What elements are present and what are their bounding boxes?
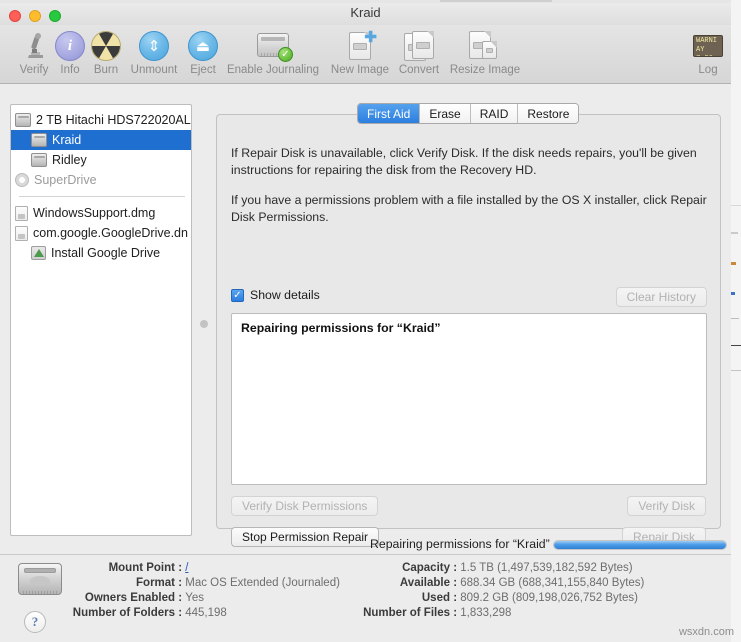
disk-image-icon bbox=[15, 205, 28, 221]
log-line: Repairing permissions for “Kraid” bbox=[241, 321, 441, 335]
clear-history-button[interactable]: Clear History bbox=[615, 287, 707, 307]
info-value: Yes bbox=[185, 592, 204, 604]
toolbar-enable-journaling-button[interactable]: ✓ Enable Journaling bbox=[211, 27, 335, 76]
sidebar-item-kraid[interactable]: Kraid bbox=[11, 130, 191, 150]
info-row: Number of Files : 1,833,298 bbox=[340, 606, 740, 621]
info-value[interactable]: / bbox=[185, 562, 188, 574]
tab-first-aid[interactable]: First Aid bbox=[358, 104, 421, 123]
content-area: 2 TB Hitachi HDS722020AL Kraid Ridley Su… bbox=[0, 84, 731, 554]
details-row: ✓ Show details Clear History bbox=[231, 287, 707, 307]
sidebar-item-label: Kraid bbox=[52, 133, 82, 147]
info-value: Mac OS Extended (Journaled) bbox=[185, 577, 340, 589]
info-row: Capacity : 1.5 TB (1,497,539,182,592 Byt… bbox=[340, 561, 740, 576]
info-key: Number of Files bbox=[363, 607, 450, 619]
info-left-column: Mount Point : / Format : Mac OS Extended… bbox=[0, 561, 360, 621]
info-key: Mount Point bbox=[108, 562, 175, 574]
sidebar-item-label: Ridley bbox=[52, 153, 87, 167]
disk-utility-window: Kraid Verify i Info Burn ⇕ Unmount ⏏ Eje… bbox=[0, 0, 731, 642]
info-key: Owners Enabled bbox=[84, 592, 175, 604]
first-aid-panel: If Repair Disk is unavailable, click Ver… bbox=[216, 114, 721, 547]
help-button[interactable]: ? bbox=[24, 611, 46, 633]
instructions-text: If Repair Disk is unavailable, click Ver… bbox=[231, 145, 707, 226]
hard-disk-icon bbox=[15, 113, 31, 127]
sidebar-item-superdrive[interactable]: SuperDrive bbox=[11, 170, 191, 190]
stop-permission-repair-button[interactable]: Stop Permission Repair bbox=[231, 527, 380, 547]
progress-bar bbox=[553, 540, 727, 550]
sidebar-item-googledrive-dmg[interactable]: com.google.GoogleDrive.dn bbox=[11, 223, 191, 243]
info-key: Capacity bbox=[402, 562, 450, 574]
sidebar-item-label: WindowsSupport.dmg bbox=[33, 206, 156, 220]
info-right-column: Capacity : 1.5 TB (1,497,539,182,592 Byt… bbox=[340, 561, 740, 621]
sidebar-item-label: Install Google Drive bbox=[51, 246, 161, 260]
optical-drive-icon bbox=[15, 173, 29, 187]
toolbar-item-label: Enable Journaling bbox=[226, 64, 320, 76]
tab-restore[interactable]: Restore bbox=[518, 104, 579, 123]
toolbar: Verify i Info Burn ⇕ Unmount ⏏ Eject ✓ E… bbox=[0, 25, 731, 84]
sidebar-item-label: SuperDrive bbox=[34, 173, 97, 187]
info-key: Used bbox=[421, 592, 450, 604]
journaling-icon: ✓ bbox=[211, 27, 335, 65]
progress-bar-fill bbox=[554, 541, 726, 549]
sidebar-divider bbox=[19, 196, 185, 197]
info-row: Owners Enabled : Yes bbox=[0, 591, 360, 606]
verify-disk-button[interactable]: Verify Disk bbox=[627, 496, 706, 516]
progress-status-label: Repairing permissions for “Kraid” bbox=[370, 537, 550, 551]
volume-icon bbox=[31, 153, 47, 167]
log-icon: WARNIAY 7:36 bbox=[672, 27, 741, 65]
sidebar-item-install-google-drive[interactable]: Install Google Drive bbox=[11, 243, 191, 263]
info-value: 1,833,298 bbox=[460, 607, 512, 619]
sidebar-item-disk[interactable]: 2 TB Hitachi HDS722020AL bbox=[11, 110, 191, 130]
watermark: wsxdn.com bbox=[678, 626, 734, 638]
verify-disk-permissions-button[interactable]: Verify Disk Permissions bbox=[231, 496, 379, 516]
toolbar-item-label: Log bbox=[698, 64, 718, 76]
disk-image-icon bbox=[15, 225, 28, 241]
toolbar-item-label: Resize Image bbox=[449, 64, 521, 76]
sidebar-item-ridley[interactable]: Ridley bbox=[11, 150, 191, 170]
show-details-checkbox[interactable]: ✓ bbox=[231, 289, 244, 302]
info-key: Format bbox=[136, 577, 175, 589]
resize-image-icon bbox=[423, 27, 547, 65]
log-output-area[interactable]: Repairing permissions for “Kraid” bbox=[231, 313, 707, 485]
info-value: 809.2 GB (809,198,026,752 Bytes) bbox=[460, 592, 638, 604]
info-row: Used : 809.2 GB (809,198,026,752 Bytes) bbox=[340, 591, 740, 606]
window-title: Kraid bbox=[350, 5, 381, 20]
show-details-label: Show details bbox=[250, 288, 320, 302]
sidebar-item-label: 2 TB Hitachi HDS722020AL bbox=[36, 113, 191, 127]
info-row: Format : Mac OS Extended (Journaled) bbox=[0, 576, 360, 591]
panel-tabs[interactable]: First Aid Erase RAID Restore bbox=[357, 103, 580, 124]
tab-raid[interactable]: RAID bbox=[470, 104, 519, 123]
info-row: Available : 688.34 GB (688,341,155,840 B… bbox=[340, 576, 740, 591]
info-value: 688.34 GB (688,341,155,840 Bytes) bbox=[460, 577, 645, 589]
toolbar-log-button[interactable]: WARNIAY 7:36 Log bbox=[672, 27, 741, 76]
titlebar: Kraid bbox=[0, 3, 731, 25]
sidebar-splitter-handle[interactable] bbox=[200, 320, 208, 328]
desktop-background-sliver bbox=[730, 0, 741, 642]
tab-erase[interactable]: Erase bbox=[420, 104, 471, 123]
device-sidebar[interactable]: 2 TB Hitachi HDS722020AL Kraid Ridley Su… bbox=[10, 104, 192, 536]
info-value: 445,198 bbox=[185, 607, 227, 619]
google-drive-icon bbox=[31, 246, 46, 260]
instruction-paragraph: If you have a permissions problem with a… bbox=[231, 193, 707, 224]
sidebar-item-label: com.google.GoogleDrive.dn bbox=[33, 226, 188, 240]
instruction-paragraph: If Repair Disk is unavailable, click Ver… bbox=[231, 146, 697, 177]
volume-icon bbox=[31, 133, 47, 147]
toolbar-resize-image-button[interactable]: Resize Image bbox=[423, 27, 547, 76]
disk-info-bar: Mount Point : / Format : Mac OS Extended… bbox=[0, 554, 731, 642]
info-row: Mount Point : / bbox=[0, 561, 360, 576]
info-row: Number of Folders : 445,198 bbox=[0, 606, 360, 621]
info-key: Available bbox=[399, 577, 450, 589]
info-value: 1.5 TB (1,497,539,182,592 Bytes) bbox=[460, 562, 633, 574]
sidebar-item-windowssupport[interactable]: WindowsSupport.dmg bbox=[11, 203, 191, 223]
